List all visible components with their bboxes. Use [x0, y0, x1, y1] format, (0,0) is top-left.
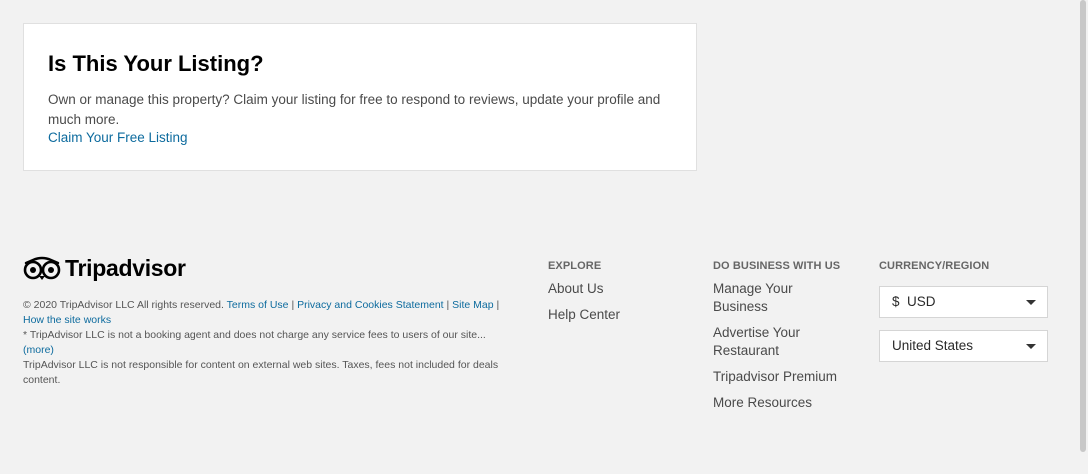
explore-heading: EXPLORE — [548, 260, 602, 272]
logo-wordmark: Tripadvisor — [65, 254, 186, 281]
page-scrollbar[interactable] — [1078, 0, 1088, 474]
claim-listing-title: Is This Your Listing? — [48, 51, 264, 76]
currency-symbol: $ — [892, 294, 900, 309]
owl-logo-icon — [23, 256, 61, 280]
sitemap-link[interactable]: Site Map — [452, 299, 493, 311]
copyright-text: © 2020 TripAdvisor LLC All rights reserv… — [23, 299, 224, 311]
chevron-down-icon — [1026, 344, 1036, 349]
help-center-link[interactable]: Help Center — [548, 306, 620, 324]
separator: | — [446, 299, 450, 311]
business-heading: DO BUSINESS WITH US — [713, 260, 841, 272]
separator: | — [496, 299, 500, 311]
more-link[interactable]: (more) — [23, 344, 54, 356]
booking-disclaimer: * TripAdvisor LLC is not a booking agent… — [23, 329, 486, 341]
privacy-link[interactable]: Privacy and Cookies Statement — [297, 299, 444, 311]
about-us-link[interactable]: About Us — [548, 280, 604, 298]
claim-listing-description: Own or manage this property? Claim your … — [48, 92, 661, 127]
chevron-down-icon — [1026, 300, 1036, 305]
currency-select[interactable]: $ USD — [879, 286, 1048, 318]
currency-value: USD — [907, 294, 936, 309]
currency-region-heading: CURRENCY/REGION — [879, 260, 990, 272]
manage-business-link[interactable]: Manage Your Business — [713, 280, 823, 316]
scrollbar-thumb[interactable] — [1080, 0, 1086, 452]
tripadvisor-premium-link[interactable]: Tripadvisor Premium — [713, 368, 837, 386]
region-value: United States — [892, 338, 974, 353]
claim-listing-card: Is This Your Listing? Own or manage this… — [23, 23, 697, 171]
how-site-works-link[interactable]: How the site works — [23, 314, 111, 326]
more-resources-link[interactable]: More Resources — [713, 394, 812, 412]
tripadvisor-logo[interactable]: Tripadvisor — [23, 254, 186, 282]
terms-link[interactable]: Terms of Use — [227, 299, 289, 311]
content-disclaimer: TripAdvisor LLC is not responsible for c… — [23, 359, 499, 386]
legal-text: © 2020 TripAdvisor LLC All rights reserv… — [23, 298, 533, 388]
separator: | — [291, 299, 295, 311]
advertise-restaurant-link[interactable]: Advertise Your Restaurant — [713, 324, 823, 360]
claim-listing-link[interactable]: Claim Your Free Listing — [48, 130, 188, 145]
region-select[interactable]: United States — [879, 330, 1048, 362]
